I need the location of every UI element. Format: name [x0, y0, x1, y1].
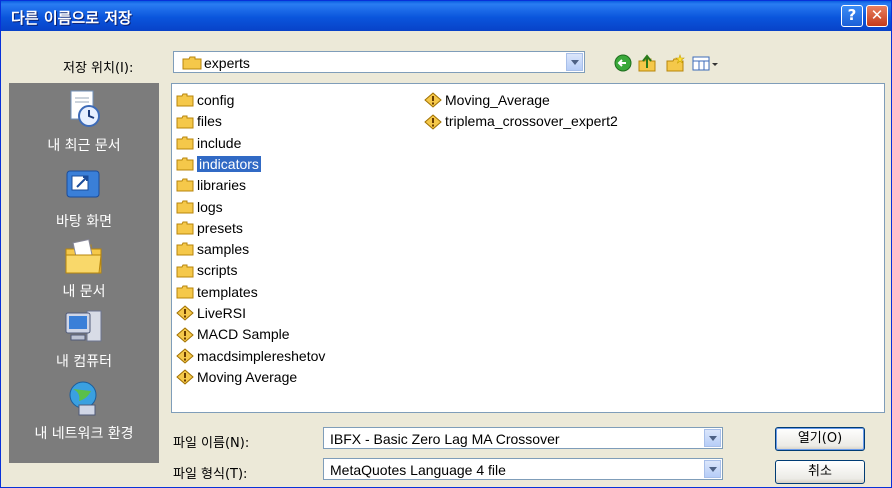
folder-icon — [176, 221, 194, 235]
place-label: 내 네트워크 환경 — [34, 426, 134, 442]
file-item[interactable]: triplema_crossover_expert2 — [424, 111, 618, 131]
folder-item[interactable]: libraries — [176, 175, 246, 195]
cancel-button[interactable]: 취소 — [775, 460, 865, 484]
filename-label: 파일 이름(N): — [173, 436, 250, 451]
open-button[interactable]: 열기(O) — [775, 427, 865, 451]
mq4-file-icon — [424, 113, 442, 130]
folder-item[interactable]: presets — [176, 218, 243, 238]
up-folder-icon[interactable] — [637, 53, 657, 73]
item-name: logs — [197, 198, 223, 215]
mq4-file-icon — [176, 369, 194, 385]
location-dropdown[interactable]: experts — [173, 51, 585, 73]
folder-item[interactable]: config — [176, 90, 234, 110]
item-name: config — [197, 92, 235, 108]
desktop-icon — [66, 170, 100, 198]
folder-icon — [176, 136, 194, 150]
folder-item[interactable]: include — [176, 133, 241, 153]
place-desktop[interactable]: 바탕 화면 — [9, 167, 159, 231]
item-name: triplema_crossover_expert2 — [445, 113, 618, 130]
item-name: macdsimplereshetov — [197, 347, 326, 364]
item-name: files — [197, 113, 222, 130]
chevron-down-icon[interactable] — [566, 53, 583, 71]
folder-icon — [176, 93, 194, 107]
folder-item[interactable]: samples — [176, 239, 249, 259]
place-label: 내 최근 문서 — [47, 138, 121, 154]
folder-item[interactable]: scripts — [176, 260, 237, 280]
folder-icon — [176, 264, 194, 278]
place-my-documents[interactable]: 내 문서 — [9, 237, 159, 301]
item-name: LiveRSI — [197, 305, 247, 321]
filename-value: IBFX - Basic Zero Lag MA Crossover — [330, 431, 560, 447]
mq4-file-icon — [424, 92, 442, 108]
file-item[interactable]: MACD Sample — [176, 324, 290, 344]
filetype-label: 파일 형식(T): — [173, 467, 248, 482]
place-label: 내 컴퓨터 — [56, 354, 112, 370]
folder-icon — [176, 200, 194, 214]
folder-item[interactable]: files — [176, 111, 222, 131]
item-name: samples — [197, 241, 250, 258]
mq4-file-icon — [176, 305, 194, 321]
location-label: 저장 위치(I): — [63, 61, 134, 76]
file-item[interactable]: LiveRSI — [176, 303, 246, 323]
folder-icon — [182, 56, 202, 70]
dialog-title: 다른 이름으로 저장 — [11, 9, 132, 27]
folder-icon — [176, 242, 194, 256]
file-item[interactable]: macdsimplereshetov — [176, 346, 325, 366]
chevron-down-icon[interactable] — [704, 460, 721, 478]
close-button[interactable]: ✕ — [866, 5, 888, 27]
filetype-value: MetaQuotes Language 4 file — [330, 462, 506, 478]
my-computer-icon — [65, 310, 102, 342]
item-name: indicators — [197, 155, 261, 172]
item-name: templates — [197, 283, 258, 300]
item-name: presets — [197, 219, 243, 236]
folder-icon — [176, 178, 194, 192]
new-folder-icon[interactable] — [665, 53, 685, 73]
title-bar[interactable]: 다른 이름으로 저장 ? ✕ — [1, 1, 891, 31]
place-recent-documents[interactable]: 내 최근 문서 — [9, 89, 159, 155]
view-menu-icon[interactable] — [691, 53, 719, 73]
place-network[interactable]: 내 네트워크 환경 — [9, 379, 159, 443]
item-name: Moving Average — [197, 368, 298, 385]
back-icon[interactable] — [613, 53, 633, 73]
recent-documents-icon — [70, 90, 100, 127]
filetype-select[interactable]: MetaQuotes Language 4 file — [323, 458, 723, 480]
places-bar: 내 최근 문서 바탕 화면 내 문서 내 컴퓨터 내 네트워크 환경 — [9, 83, 159, 463]
folder-item[interactable]: indicators — [176, 154, 261, 174]
file-item[interactable]: Moving_Average — [424, 90, 550, 110]
file-list[interactable]: config files include indicators libraries log… — [171, 83, 885, 413]
item-name: MACD Sample — [197, 326, 290, 343]
mq4-file-icon — [176, 326, 194, 343]
place-label: 내 문서 — [62, 284, 106, 300]
item-name: Moving_Average — [445, 92, 550, 108]
place-label: 바탕 화면 — [56, 214, 112, 230]
folder-icon — [176, 285, 194, 299]
item-name: libraries — [197, 177, 247, 194]
place-my-computer[interactable]: 내 컴퓨터 — [9, 307, 159, 371]
help-button[interactable]: ? — [841, 5, 863, 27]
my-documents-icon — [65, 238, 102, 274]
item-name: scripts — [197, 262, 238, 279]
file-item[interactable]: Moving Average — [176, 367, 297, 387]
folder-item[interactable]: templates — [176, 282, 258, 302]
folder-icon — [176, 115, 194, 129]
chevron-down-icon[interactable] — [704, 429, 721, 447]
mq4-file-icon — [176, 348, 194, 364]
network-places-icon — [69, 381, 97, 416]
save-as-dialog: 다른 이름으로 저장 ? ✕ 저장 위치(I): experts 내 최근 문서… — [0, 0, 892, 488]
folder-item[interactable]: logs — [176, 197, 223, 217]
item-name: include — [197, 134, 242, 151]
folder-icon — [176, 157, 194, 171]
filename-input[interactable]: IBFX - Basic Zero Lag MA Crossover — [323, 427, 723, 449]
location-value: experts — [204, 55, 250, 71]
